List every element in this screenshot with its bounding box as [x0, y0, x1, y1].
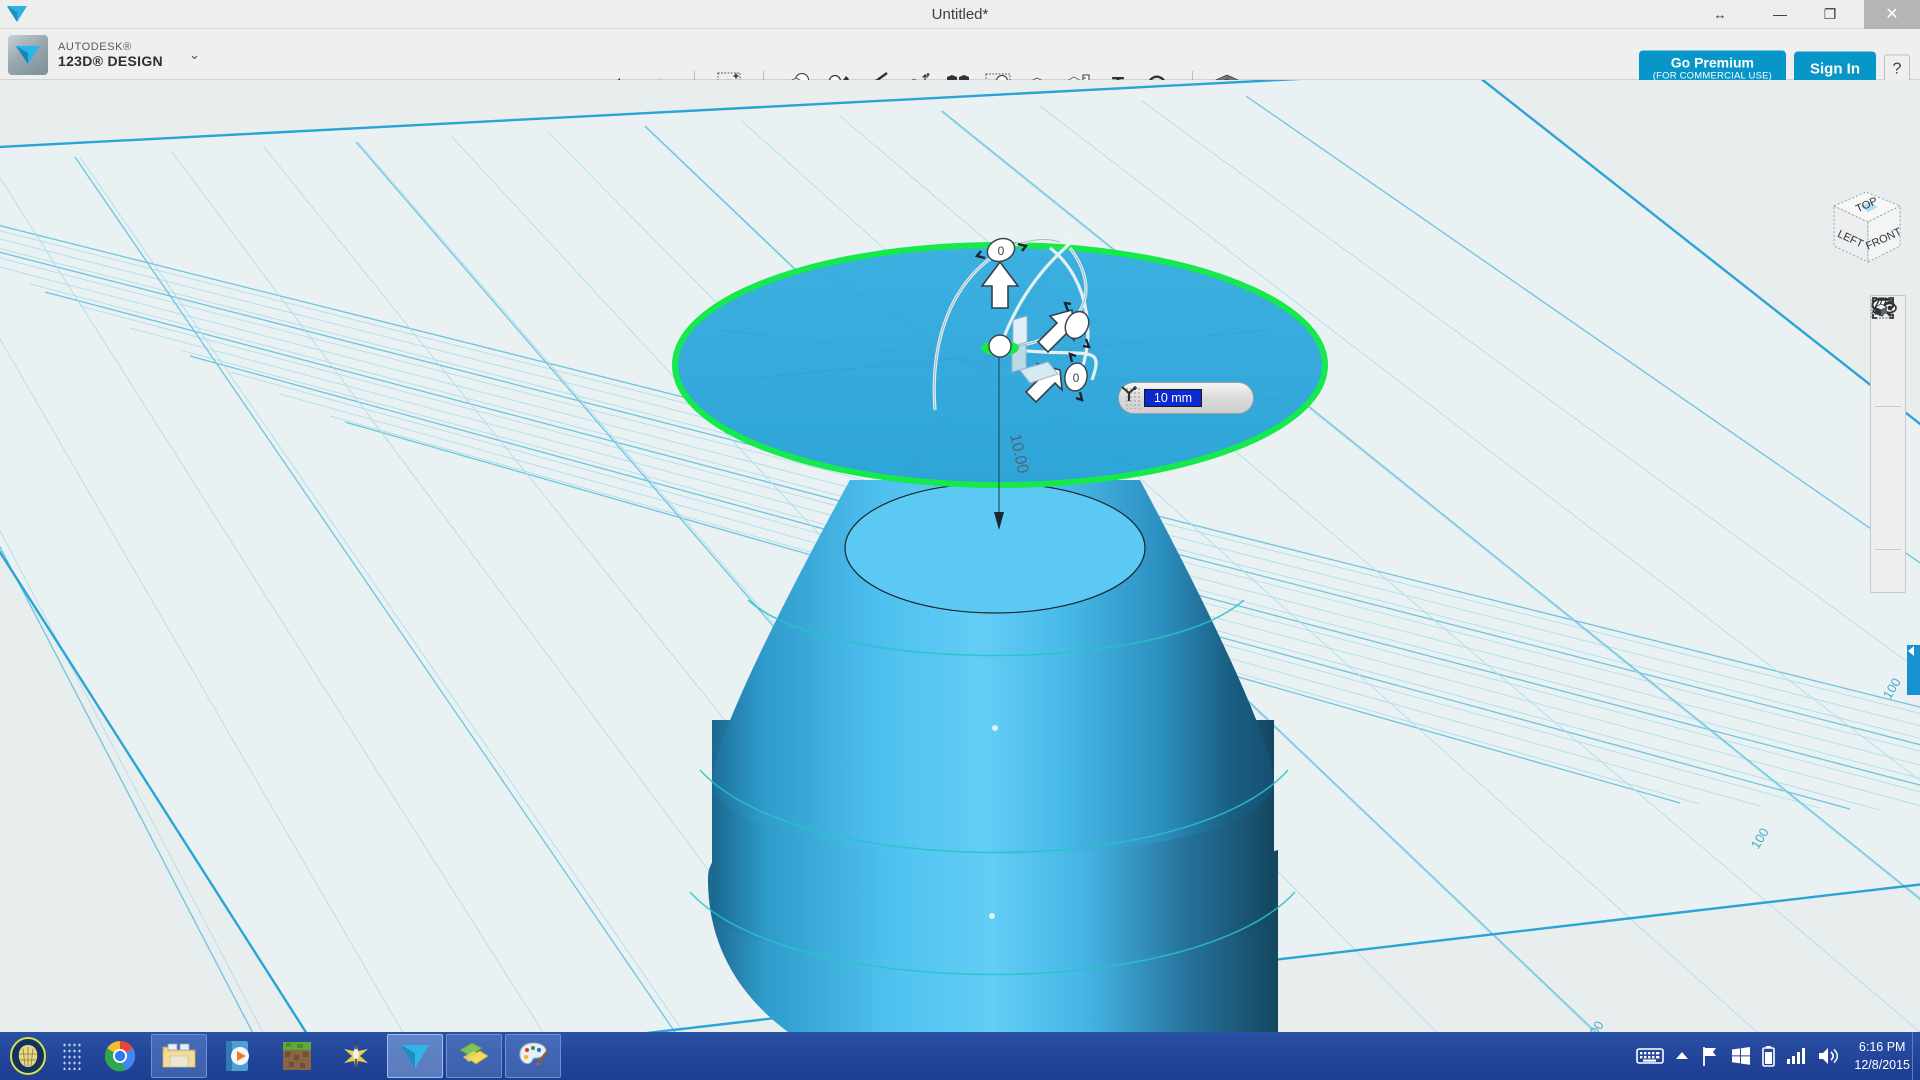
gizmo-center-handle	[988, 334, 1012, 358]
svg-text:0: 0	[998, 244, 1005, 258]
brand-menu[interactable]: AUTODESK® 123D® DESIGN ⌄	[8, 34, 200, 76]
touch-keyboard-icon[interactable]	[1636, 1046, 1665, 1066]
title-bar: Untitled* ↔ — ❐ ✕	[0, 0, 1920, 29]
maximize-button[interactable]: ❐	[1810, 0, 1850, 29]
go-premium-label: Go Premium	[1670, 54, 1754, 71]
snapshot-icon[interactable]	[1871, 297, 1905, 587]
brand-text: AUTODESK® 123D® DESIGN	[58, 41, 163, 70]
face-center-dot	[989, 913, 995, 919]
navigation-toolbar	[1870, 295, 1906, 593]
show-desktop-button[interactable]	[1912, 1032, 1920, 1080]
taskitem-sticky-notes[interactable]	[446, 1034, 502, 1078]
orbit-icon[interactable]	[1871, 299, 1905, 369]
brand-line-product: 123D® DESIGN	[58, 53, 163, 70]
battery-icon[interactable]	[1762, 1045, 1776, 1067]
taskbar-grip[interactable]	[62, 1042, 82, 1070]
zoom-icon[interactable]	[1871, 297, 1905, 403]
network-signal-icon[interactable]	[1786, 1047, 1806, 1065]
view-cube[interactable]: TOP LEFT FRONT	[1820, 180, 1910, 272]
panel-collapse-handle[interactable]	[1907, 645, 1920, 695]
action-center-flag-icon[interactable]	[1700, 1045, 1720, 1067]
restore-arrows-button[interactable]: ↔	[1700, 0, 1740, 29]
nav-divider	[1875, 406, 1901, 407]
viewport-scene: 100 100 100	[0, 80, 1920, 1056]
chevron-down-icon[interactable]: ⌄	[189, 47, 200, 63]
autodesk-logo-icon	[8, 35, 48, 75]
shaded-view-icon[interactable]	[1871, 299, 1905, 478]
viewport-3d[interactable]: 100 100 100	[0, 80, 1920, 1056]
taskitem-paint[interactable]	[505, 1034, 561, 1078]
clock-date: 12/8/2015	[1854, 1058, 1910, 1072]
taskitem-media-player[interactable]	[210, 1034, 266, 1078]
main-toolbar: AUTODESK® 123D® DESIGN ⌄ Go Premium (FOR…	[0, 29, 1920, 97]
taskitem-file-explorer[interactable]	[151, 1034, 207, 1078]
system-tray: 6:16 PM 12/8/2015	[1636, 1032, 1910, 1080]
fit-icon[interactable]	[1871, 297, 1905, 444]
dimension-input-pill[interactable]	[1118, 382, 1254, 414]
grid-view-icon[interactable]	[1871, 299, 1905, 546]
visibility-icon[interactable]	[1871, 297, 1905, 512]
svg-text:0: 0	[1073, 371, 1080, 385]
start-button[interactable]	[5, 1035, 51, 1077]
clock-time: 6:16 PM	[1858, 1039, 1906, 1054]
brand-line-autodesk: AUTODESK®	[58, 40, 132, 53]
volume-icon[interactable]	[1817, 1046, 1839, 1066]
windows-icon[interactable]	[1731, 1046, 1751, 1066]
axis-lock-icon[interactable]	[1121, 385, 1238, 411]
taskitem-minecraft[interactable]	[269, 1034, 325, 1078]
nav-divider	[1875, 549, 1901, 550]
dimension-input[interactable]	[1144, 389, 1202, 407]
taskitem-chrome[interactable]	[92, 1034, 148, 1078]
chevron-left-icon	[1908, 646, 1914, 656]
show-hidden-icons-icon[interactable]	[1675, 1050, 1689, 1062]
taskitem-game[interactable]	[328, 1034, 384, 1078]
window-title: Untitled*	[931, 6, 989, 23]
taskitem-123d-design[interactable]	[387, 1034, 443, 1078]
face-center-dot	[992, 725, 998, 731]
taskbar-items	[92, 1034, 561, 1078]
minimize-button[interactable]: —	[1760, 0, 1800, 29]
taskbar-clock[interactable]: 6:16 PM 12/8/2015	[1850, 1038, 1910, 1074]
close-button[interactable]: ✕	[1864, 0, 1920, 29]
windows-taskbar: 6:16 PM 12/8/2015	[0, 1032, 1920, 1080]
